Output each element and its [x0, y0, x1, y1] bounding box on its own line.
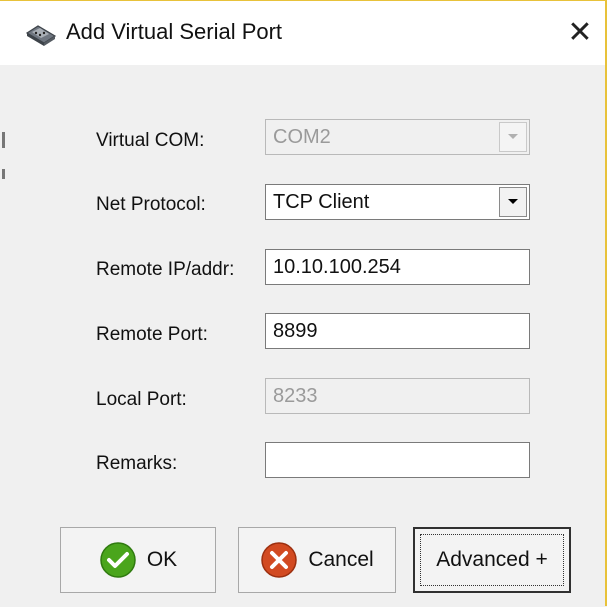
net-protocol-label: Net Protocol:: [96, 194, 206, 215]
remarks-input[interactable]: [273, 443, 529, 478]
cancel-button[interactable]: Cancel: [238, 527, 396, 593]
focus-indicator: [420, 534, 564, 586]
virtual-com-value: COM2: [273, 126, 331, 148]
chevron-down-icon: [508, 134, 518, 139]
cancel-label: Cancel: [308, 548, 374, 571]
net-protocol-dropdown-button[interactable]: [499, 187, 527, 217]
ok-label: OK: [146, 548, 178, 571]
remote-port-label: Remote Port:: [96, 324, 208, 345]
remote-ip-field[interactable]: [265, 249, 530, 285]
net-protocol-value: TCP Client: [273, 191, 370, 213]
virtual-com-label: Virtual COM:: [96, 130, 205, 151]
title-bar: Add Virtual Serial Port ✕: [0, 1, 605, 65]
close-button[interactable]: ✕: [560, 13, 600, 53]
advanced-button[interactable]: Advanced +: [413, 527, 571, 593]
ok-button[interactable]: OK: [60, 527, 216, 593]
virtual-com-dropdown-button[interactable]: [499, 122, 527, 152]
remote-port-field[interactable]: [265, 313, 530, 349]
window-title: Add Virtual Serial Port: [66, 19, 283, 44]
remote-port-input[interactable]: [273, 314, 529, 349]
net-protocol-select[interactable]: TCP Client: [265, 184, 530, 220]
add-virtual-serial-port-dialog: Add Virtual Serial Port ✕ Virtual COM: C…: [0, 0, 607, 606]
x-circle-icon: [261, 542, 298, 578]
left-edge-mark: [2, 132, 5, 148]
local-port-field[interactable]: [265, 378, 530, 414]
chevron-down-icon: [508, 199, 518, 204]
serial-port-icon: [25, 25, 57, 46]
remarks-field[interactable]: [265, 442, 530, 478]
local-port-label: Local Port:: [96, 389, 187, 410]
virtual-com-select[interactable]: COM2: [265, 119, 530, 155]
remote-ip-input[interactable]: [273, 250, 529, 285]
remarks-label: Remarks:: [96, 453, 178, 474]
check-circle-icon: [100, 542, 136, 578]
local-port-input[interactable]: [273, 379, 529, 414]
left-edge-mark: [2, 169, 5, 179]
remote-ip-label: Remote IP/addr:: [96, 259, 235, 280]
